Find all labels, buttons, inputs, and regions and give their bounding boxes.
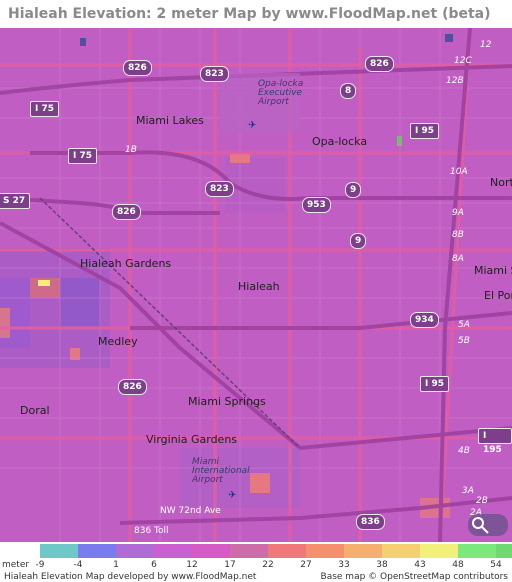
exit-12b: 12B bbox=[446, 76, 464, 86]
legend-tick: -4 bbox=[73, 560, 83, 570]
legend-tick-labels: meter -9 -4 1 6 12 17 22 27 33 38 43 48 54 bbox=[0, 560, 512, 572]
shield-i75-mid: I 75 bbox=[68, 148, 98, 164]
exit-12c: 12C bbox=[454, 56, 472, 66]
legend-swatch bbox=[458, 544, 496, 558]
footer-credit-floodmap: Hialeah Elevation Map developed by www.F… bbox=[4, 572, 257, 582]
label-el-portal: El Por bbox=[484, 289, 512, 302]
legend-swatch bbox=[154, 544, 192, 558]
label-opa-locka-airport: Opa-locka Executive Airport bbox=[258, 79, 304, 107]
shield-934: 934 bbox=[410, 312, 439, 328]
openstreetmap-logo[interactable] bbox=[468, 514, 508, 536]
legend-swatch bbox=[192, 544, 230, 558]
shield-i95-top: I 95 bbox=[410, 123, 440, 139]
legend-tick: 6 bbox=[151, 560, 157, 570]
exit-12: 12 bbox=[480, 40, 492, 50]
shield-826-mid: 826 bbox=[112, 204, 141, 220]
label-doral: Doral bbox=[20, 404, 50, 417]
legend-tick: 54 bbox=[490, 560, 502, 570]
shield-9-a: 9 bbox=[345, 182, 362, 198]
magnifier-icon bbox=[472, 517, 489, 534]
exit-2b: 2B bbox=[476, 496, 488, 506]
label-opa-locka: Opa-locka bbox=[312, 135, 368, 148]
shield-i75-top: I 75 bbox=[30, 101, 60, 117]
shield-826-top: 826 bbox=[123, 60, 152, 76]
legend-swatch bbox=[230, 544, 268, 558]
legend-tick: 12 bbox=[186, 560, 198, 570]
legend-swatch bbox=[306, 544, 344, 558]
label-836-toll: 836 Toll bbox=[134, 526, 169, 536]
legend-color-bar bbox=[40, 544, 512, 558]
svg-text:✈: ✈ bbox=[228, 490, 236, 501]
legend-tick: 48 bbox=[452, 560, 464, 570]
legend-unit-label: meter bbox=[2, 560, 30, 570]
legend-tick: 22 bbox=[262, 560, 274, 570]
legend-tick: 38 bbox=[376, 560, 388, 570]
legend-swatch bbox=[78, 544, 116, 558]
legend-swatch bbox=[382, 544, 420, 558]
label-virginia-gardens: Virginia Gardens bbox=[146, 433, 238, 446]
shield-836: 836 bbox=[356, 514, 385, 530]
footer-credit-osm: Base map © OpenStreetMap contributors bbox=[320, 572, 508, 582]
exit-5b: 5B bbox=[458, 336, 470, 346]
shield-953: 953 bbox=[302, 197, 331, 213]
exit-8b: 8B bbox=[452, 230, 464, 240]
elevation-map[interactable]: ✈ ✈ Miami Lakes Opa-locka Opa-locka Exec… bbox=[0, 28, 512, 542]
legend-tick: 43 bbox=[414, 560, 426, 570]
exit-5a: 5A bbox=[458, 320, 470, 330]
legend-tick: 27 bbox=[300, 560, 312, 570]
exit-1b: 1B bbox=[125, 145, 137, 155]
label-hialeah-gardens: Hialeah Gardens bbox=[80, 257, 172, 270]
label-north: Nort bbox=[490, 176, 512, 189]
exit-3a: 3A bbox=[462, 486, 474, 496]
legend-tick: -9 bbox=[35, 560, 45, 570]
shield-823-top: 823 bbox=[200, 66, 229, 82]
label-miami-springs: Miami Springs bbox=[188, 395, 266, 408]
legend-swatch bbox=[420, 544, 458, 558]
exit-9a: 9A bbox=[452, 208, 464, 218]
label-miami-international-airport: Miami International Airport bbox=[192, 457, 250, 485]
shield-826-low: 826 bbox=[118, 379, 147, 395]
map-title: Hialeah Elevation: 2 meter Map by www.Fl… bbox=[0, 0, 512, 28]
label-medley: Medley bbox=[98, 335, 138, 348]
label-miami-lakes: Miami Lakes bbox=[136, 114, 204, 127]
label-hialeah: Hialeah bbox=[238, 280, 280, 293]
legend-swatch bbox=[496, 544, 512, 558]
shield-i195: I 195 bbox=[478, 428, 512, 455]
svg-text:✈: ✈ bbox=[248, 120, 256, 131]
shield-i95-mid: I 95 bbox=[420, 376, 450, 392]
exit-4b: 4B bbox=[458, 446, 470, 456]
shield-9-b: 9 bbox=[350, 233, 367, 249]
shield-8: 8 bbox=[340, 83, 357, 99]
label-miami-shores: Miami Sh bbox=[474, 264, 512, 277]
legend-swatch bbox=[344, 544, 382, 558]
legend-tick: 33 bbox=[338, 560, 350, 570]
legend-tick: 1 bbox=[113, 560, 119, 570]
legend-swatch bbox=[40, 544, 78, 558]
shield-826-right: 826 bbox=[365, 56, 394, 72]
label-nw-72nd-ave: NW 72nd Ave bbox=[160, 506, 221, 516]
exit-8a: 8A bbox=[452, 254, 464, 264]
legend-swatch bbox=[268, 544, 306, 558]
legend-tick: 17 bbox=[224, 560, 236, 570]
legend-swatch bbox=[116, 544, 154, 558]
elevation-legend: meter -9 -4 1 6 12 17 22 27 33 38 43 48 54 Hialeah E… bbox=[0, 542, 512, 582]
shield-s27: S 27 bbox=[0, 193, 31, 209]
shield-823-mid: 823 bbox=[205, 181, 234, 197]
exit-10a: 10A bbox=[450, 167, 468, 177]
